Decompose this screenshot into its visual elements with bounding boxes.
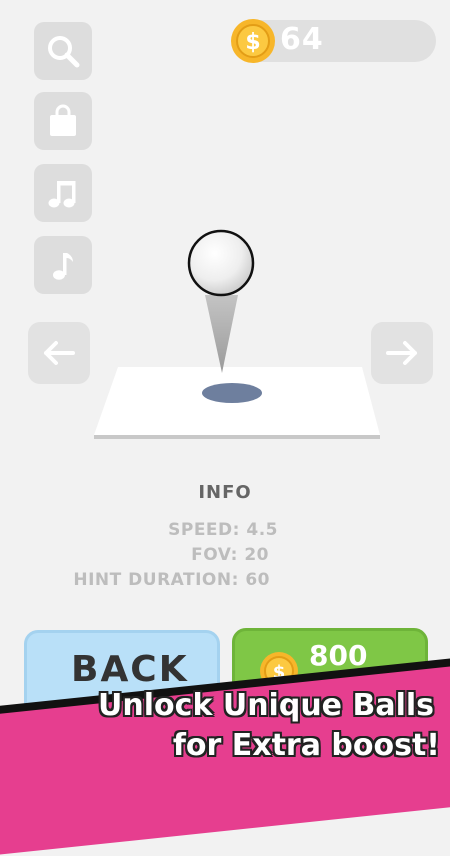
search-icon: [48, 36, 80, 68]
info-title: INFO: [198, 482, 252, 503]
back-button-label: BACK: [71, 649, 189, 690]
promo-line-1: Unlock Unique Balls: [98, 688, 434, 723]
coin-icon: $: [231, 19, 275, 63]
platform: [94, 367, 380, 439]
promo-line-2: for Extra boost!: [172, 728, 440, 763]
stat-speed: SPEED: 4.5: [0, 520, 278, 540]
music-notes-icon: [48, 181, 76, 208]
music-button[interactable]: [34, 164, 92, 222]
stat-value: 4.5: [246, 520, 278, 540]
stat-label: HINT DURATION:: [73, 570, 239, 590]
stat-hint-duration: HINT DURATION: 60: [0, 570, 270, 590]
stat-label: FOV:: [191, 545, 238, 565]
search-button[interactable]: [34, 22, 92, 80]
shop-button[interactable]: [34, 92, 92, 150]
ball-pointer: [205, 295, 238, 373]
shopping-bag-icon: [50, 104, 76, 136]
stat-label: SPEED:: [168, 520, 240, 540]
ball-preview-stage: [94, 229, 380, 439]
coin-count: 64: [280, 22, 324, 57]
svg-text:$: $: [245, 30, 260, 55]
stat-fov: FOV: 20: [0, 545, 269, 565]
stat-value: 20: [244, 545, 269, 565]
ball-shadow: [202, 383, 262, 403]
stat-value: 60: [245, 570, 270, 590]
ball: [187, 229, 255, 297]
